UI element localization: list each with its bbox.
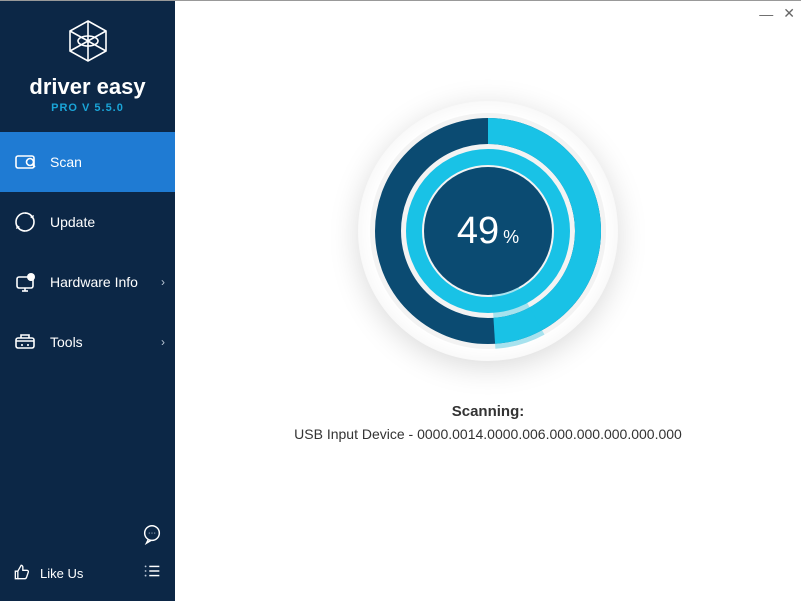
like-us-button[interactable]: Like Us [12,562,83,585]
brand-version: PRO V 5.5.0 [51,102,124,114]
sidebar-item-scan[interactable]: Scan [0,132,175,192]
like-us-label: Like Us [40,566,83,581]
sidebar-item-update[interactable]: Update [0,192,175,252]
scan-status: Scanning: USB Input Device - 0000.0014.0… [294,403,682,442]
scan-icon [12,149,38,175]
brand-name: driver easy [29,74,145,100]
sidebar-bottom: Like Us [0,513,175,601]
progress-value: 49 % [457,210,519,253]
percent-symbol: % [503,227,519,248]
close-button[interactable]: ✕ [783,5,795,22]
chevron-right-icon: › [161,275,165,289]
sidebar-item-tools[interactable]: Tools › [0,312,175,372]
scan-status-title: Scanning: [294,403,682,420]
progress-number: 49 [457,210,499,253]
sidebar-item-label: Tools [50,334,83,350]
app-window: — ✕ driver easy PRO V 5.5.0 [0,0,801,601]
window-controls: — ✕ [759,5,795,22]
sidebar-item-label: Scan [50,154,82,170]
update-icon [12,209,38,235]
nav: Scan Update [0,132,175,372]
menu-list-icon[interactable] [141,560,163,587]
feedback-icon[interactable] [141,523,163,550]
sidebar-item-label: Hardware Info [50,274,138,290]
scan-progress-ring: 49 % [358,101,618,361]
app-logo-icon [64,17,112,70]
sidebar-item-hardware-info[interactable]: i Hardware Info › [0,252,175,312]
scan-status-detail: USB Input Device - 0000.0014.0000.006.00… [294,426,682,442]
sidebar-item-label: Update [50,214,95,230]
thumbs-up-icon [12,562,32,585]
brand-block: driver easy PRO V 5.5.0 [0,1,175,124]
sidebar: driver easy PRO V 5.5.0 Scan [0,1,175,601]
chevron-right-icon: › [161,335,165,349]
main-panel: 49 % Scanning: USB Input Device - 0000.0… [175,1,801,601]
hardware-info-icon: i [12,269,38,295]
minimize-button[interactable]: — [759,6,773,22]
tools-icon [12,329,38,355]
